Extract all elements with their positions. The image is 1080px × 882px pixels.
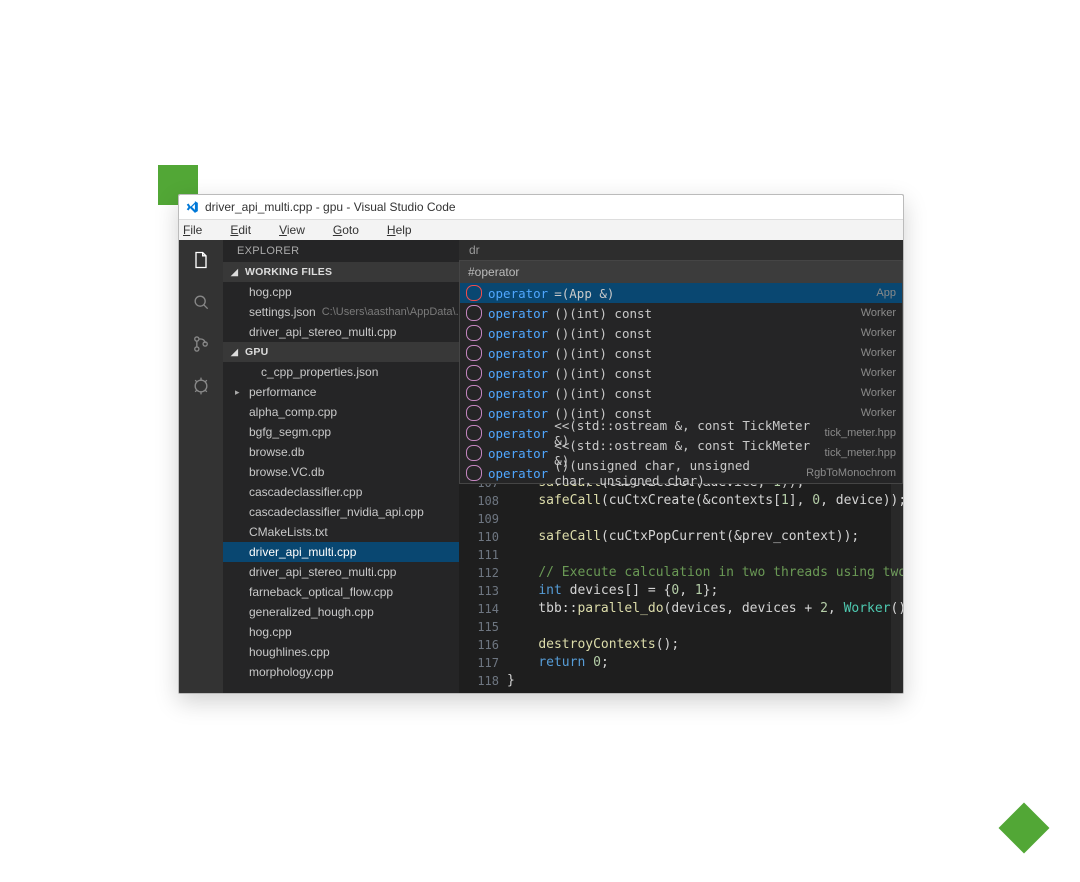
editor-tab-fragment[interactable]: dr xyxy=(459,240,903,260)
intellisense-filter[interactable]: #operator xyxy=(460,261,902,283)
working-file[interactable]: hog.cpp xyxy=(223,282,459,302)
search-icon[interactable] xyxy=(189,290,213,314)
vscode-window: driver_api_multi.cpp - gpu - Visual Stud… xyxy=(178,194,904,694)
project-header[interactable]: ◢GPU xyxy=(223,342,459,362)
file-item[interactable]: alpha_comp.cpp xyxy=(223,402,459,422)
method-icon xyxy=(466,305,482,321)
debug-icon[interactable] xyxy=(189,374,213,398)
file-item[interactable]: bgfg_segm.cpp xyxy=(223,422,459,442)
file-item[interactable]: hog.cpp xyxy=(223,622,459,642)
source-control-icon[interactable] xyxy=(189,332,213,356)
method-icon xyxy=(466,285,482,301)
intellisense-popup[interactable]: #operator operator=(App &)Appoperator()(… xyxy=(459,260,903,484)
suggest-item[interactable]: operator()(int) constWorker xyxy=(460,383,902,403)
file-item[interactable]: generalized_hough.cpp xyxy=(223,602,459,622)
method-icon xyxy=(466,325,482,341)
file-item[interactable]: browse.db xyxy=(223,442,459,462)
explorer-icon[interactable] xyxy=(189,248,213,272)
file-item[interactable]: farneback_optical_flow.cpp xyxy=(223,582,459,602)
title-bar[interactable]: driver_api_multi.cpp - gpu - Visual Stud… xyxy=(179,195,903,220)
method-icon xyxy=(466,385,482,401)
window-title: driver_api_multi.cpp - gpu - Visual Stud… xyxy=(205,200,456,214)
suggest-item[interactable]: operator()(int) constWorker xyxy=(460,363,902,383)
file-item[interactable]: driver_api_stereo_multi.cpp xyxy=(223,562,459,582)
suggest-item[interactable]: operator=(App &)App xyxy=(460,283,902,303)
file-item[interactable]: CMakeLists.txt xyxy=(223,522,459,542)
explorer-title: EXPLORER xyxy=(223,240,459,262)
file-item[interactable]: driver_api_multi.cpp xyxy=(223,542,459,562)
working-file[interactable]: driver_api_stereo_multi.cpp xyxy=(223,322,459,342)
editor[interactable]: dr 1071081091101111121131141151161171181… xyxy=(459,240,903,694)
method-icon xyxy=(466,445,482,461)
menu-edit[interactable]: Edit xyxy=(230,223,265,237)
decoration-diamond xyxy=(999,803,1050,854)
menu-file[interactable]: File xyxy=(183,223,216,237)
file-item[interactable]: cascadeclassifier_nvidia_api.cpp xyxy=(223,502,459,522)
file-item[interactable]: c_cpp_properties.json xyxy=(223,362,459,382)
method-icon xyxy=(466,465,482,481)
file-item[interactable]: morphology.cpp xyxy=(223,662,459,682)
suggest-item[interactable]: operator()(unsigned char, unsigned char,… xyxy=(460,463,902,483)
working-files-header[interactable]: ◢WORKING FILES xyxy=(223,262,459,282)
file-item[interactable]: cascadeclassifier.cpp xyxy=(223,482,459,502)
file-item[interactable]: houghlines.cpp xyxy=(223,642,459,662)
method-icon xyxy=(466,365,482,381)
activity-bar xyxy=(179,240,223,694)
folder-item[interactable]: ▸performance xyxy=(223,382,459,402)
menu-view[interactable]: View xyxy=(279,223,319,237)
suggest-item[interactable]: operator()(int) constWorker xyxy=(460,303,902,323)
method-icon xyxy=(466,345,482,361)
method-icon xyxy=(466,405,482,421)
suggest-item[interactable]: operator()(int) constWorker xyxy=(460,343,902,363)
suggest-item[interactable]: operator()(int) constWorker xyxy=(460,323,902,343)
menu-goto[interactable]: Goto xyxy=(333,223,373,237)
vscode-icon xyxy=(185,200,199,214)
method-icon xyxy=(466,425,482,441)
menu-help[interactable]: Help xyxy=(387,223,426,237)
working-file[interactable]: settings.jsonC:\Users\aasthan\AppData\..… xyxy=(223,302,459,322)
menu-bar: File Edit View Goto Help xyxy=(179,220,903,240)
explorer-panel: EXPLORER ◢WORKING FILES hog.cppsettings.… xyxy=(223,240,459,694)
file-item[interactable]: browse.VC.db xyxy=(223,462,459,482)
